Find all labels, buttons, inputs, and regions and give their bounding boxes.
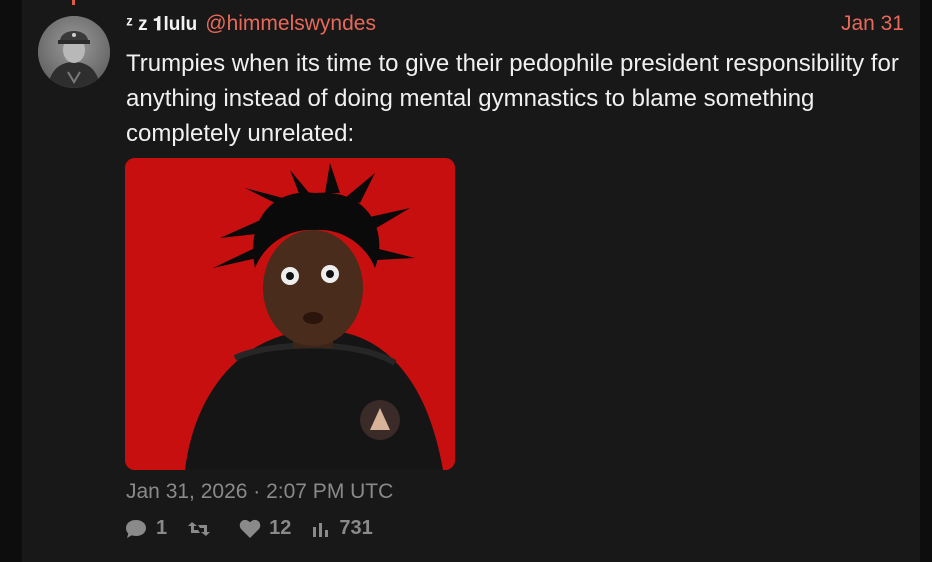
reply-count: 1 — [156, 517, 168, 539]
bar-chart-icon — [313, 522, 329, 537]
views-count: 731 — [339, 517, 373, 539]
retweet-stat[interactable] — [187, 518, 219, 540]
views-stat[interactable]: 731 — [311, 517, 373, 540]
display-name[interactable]: ᶻ z 𝟏lulu — [126, 14, 197, 36]
avatar[interactable] — [38, 16, 110, 88]
user-handle[interactable]: @himmelswyndes — [205, 12, 376, 36]
post-header: ᶻ z 𝟏lulu @himmelswyndes Jan 31 — [126, 12, 904, 40]
reply-stat[interactable]: 1 — [124, 517, 167, 540]
comment-icon — [126, 519, 146, 538]
like-stat[interactable]: 12 — [239, 517, 291, 540]
media-image — [125, 158, 455, 470]
thread-line — [72, 0, 75, 5]
post-text: Trumpies when its time to give their ped… — [126, 50, 899, 147]
post-media[interactable] — [125, 158, 455, 470]
avatar-image — [38, 16, 110, 88]
post-date[interactable]: Jan 31 — [841, 12, 904, 36]
like-count: 12 — [269, 517, 292, 539]
post-timestamp[interactable]: Jan 31, 2026 · 2:07 PM UTC — [126, 480, 393, 504]
heart-icon — [239, 519, 261, 538]
post-stats: 1 12 731 — [124, 517, 393, 540]
retweet-icon — [188, 521, 211, 536]
